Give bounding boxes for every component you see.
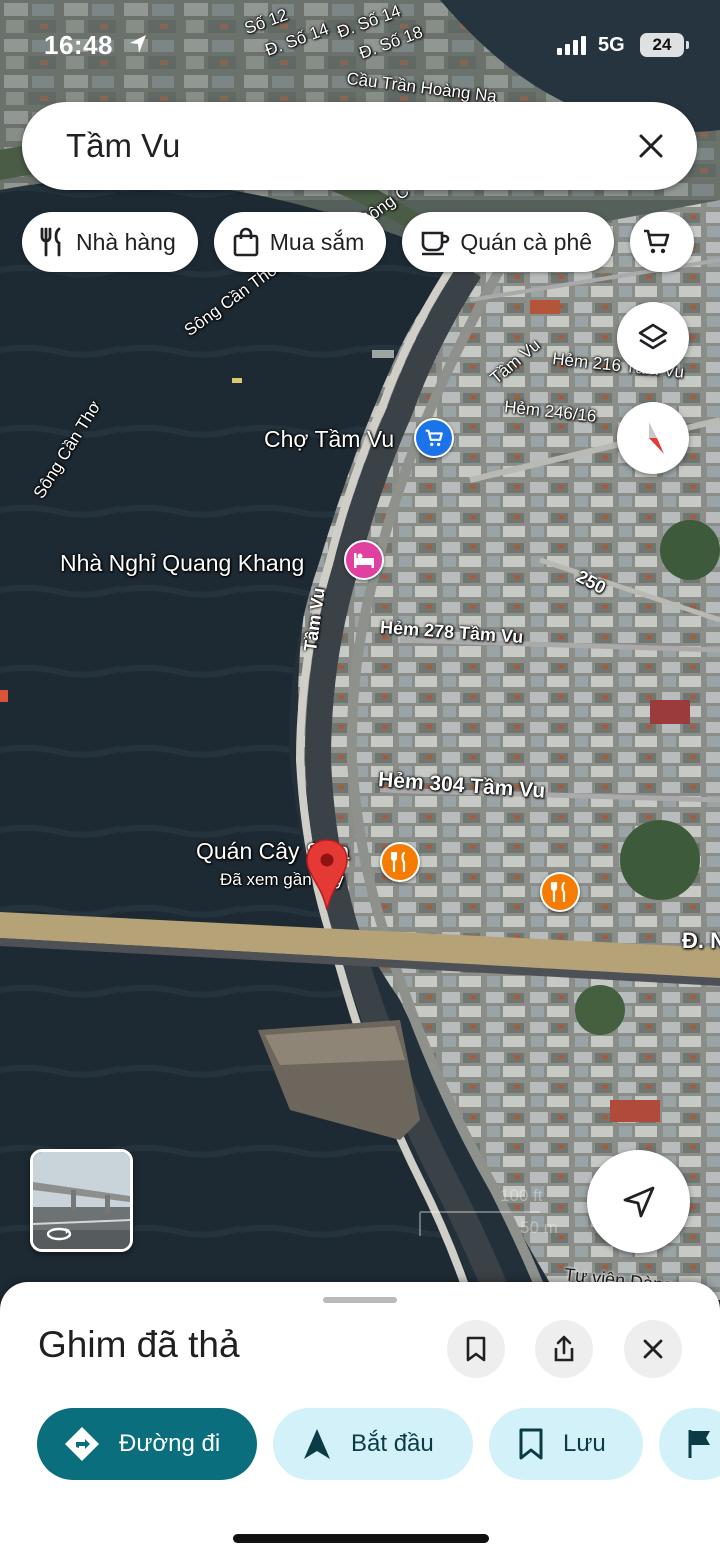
network-type: 5G xyxy=(598,34,625,56)
my-location-button[interactable] xyxy=(587,1150,690,1253)
chip-shopping[interactable]: Mua sắm xyxy=(213,212,387,272)
save-button[interactable]: Lưu xyxy=(489,1408,643,1480)
scale-label-ft: 100 ft xyxy=(500,1186,543,1205)
compass-icon xyxy=(649,422,664,454)
navigation-arrow-icon xyxy=(304,1429,330,1459)
category-chips: Nhà hàng Mua sắm Quán cà phê xyxy=(22,212,695,272)
start-button[interactable]: Bắt đầu xyxy=(273,1408,473,1480)
share-icon xyxy=(554,1335,574,1362)
directions-icon xyxy=(65,1427,99,1461)
chip-label: Quán cà phê xyxy=(460,228,593,255)
restaurant-icon xyxy=(40,227,61,257)
cart-icon xyxy=(425,429,443,447)
status-time: 16:48 xyxy=(44,30,113,60)
save-label: Lưu xyxy=(563,1430,606,1457)
map-label-duong-right: Đ. N xyxy=(682,928,720,953)
close-sheet-button[interactable] xyxy=(624,1320,682,1378)
signal-strength-icon xyxy=(557,36,586,55)
layers-button[interactable] xyxy=(617,302,689,374)
compass-button[interactable] xyxy=(617,402,689,474)
flag-icon xyxy=(688,1430,710,1458)
scale-label-m: 50 m xyxy=(520,1218,558,1237)
bookmark-icon xyxy=(519,1428,543,1460)
poi-hotel-nha-nghi[interactable] xyxy=(344,540,384,580)
chip-groceries[interactable] xyxy=(630,212,695,272)
label-button[interactable] xyxy=(659,1408,720,1480)
status-bar: 16:48 5G 24 xyxy=(0,0,720,90)
map-view[interactable]: Số 12 Đ. Số 14 Đ. Số 14 Đ. Số 18 Cầu Trầ… xyxy=(0,0,720,1300)
search-bar[interactable]: Tầm Vu xyxy=(22,102,697,190)
map-label-cho-tam-vu: Chợ Tầm Vu xyxy=(264,426,395,452)
layers-icon xyxy=(638,323,668,350)
clear-search-icon[interactable] xyxy=(629,124,673,168)
satellite-imagery xyxy=(0,0,720,1300)
drag-handle[interactable] xyxy=(323,1297,397,1303)
chip-coffee[interactable]: Quán cà phê xyxy=(402,212,615,272)
share-button[interactable] xyxy=(535,1320,593,1378)
close-icon xyxy=(643,1339,663,1359)
street-view-thumbnail[interactable] xyxy=(30,1149,133,1252)
map-label-nha-nghi: Nhà Nghỉ Quang Khang xyxy=(60,550,305,576)
start-label: Bắt đầu xyxy=(351,1430,434,1457)
360-rotate-icon xyxy=(46,1227,72,1241)
poi-market-cho-tam-vu[interactable] xyxy=(414,418,454,458)
place-bottom-sheet[interactable]: Ghim đã thả Đường đi Bắt đầu Lưu xyxy=(0,1282,720,1559)
home-indicator xyxy=(233,1534,489,1543)
bed-icon xyxy=(354,553,374,568)
restaurant-icon xyxy=(550,881,566,903)
directions-button[interactable]: Đường đi xyxy=(37,1408,257,1480)
navigation-arrow-icon xyxy=(623,1186,654,1217)
bookmark-icon xyxy=(466,1336,486,1362)
location-services-icon xyxy=(130,35,146,53)
sheet-title: Ghim đã thả xyxy=(38,1324,240,1365)
shopping-bag-icon xyxy=(233,227,259,257)
restaurant-icon xyxy=(390,851,406,873)
coffee-icon xyxy=(422,231,450,256)
action-buttons-row: Đường đi Bắt đầu Lưu xyxy=(37,1408,720,1480)
search-query[interactable]: Tầm Vu xyxy=(66,127,180,165)
directions-label: Đường đi xyxy=(119,1430,221,1457)
dropped-pin-icon[interactable] xyxy=(304,838,350,912)
chip-label: Mua sắm xyxy=(269,228,365,255)
chip-restaurants[interactable]: Nhà hàng xyxy=(22,212,198,272)
poi-restaurant-quan-cay-sua[interactable] xyxy=(380,842,420,882)
poi-restaurant-2[interactable] xyxy=(540,872,580,912)
save-bookmark-button[interactable] xyxy=(447,1320,505,1378)
chip-label: Nhà hàng xyxy=(76,228,176,255)
battery-icon: 24 xyxy=(640,33,689,57)
cart-icon xyxy=(644,229,670,254)
